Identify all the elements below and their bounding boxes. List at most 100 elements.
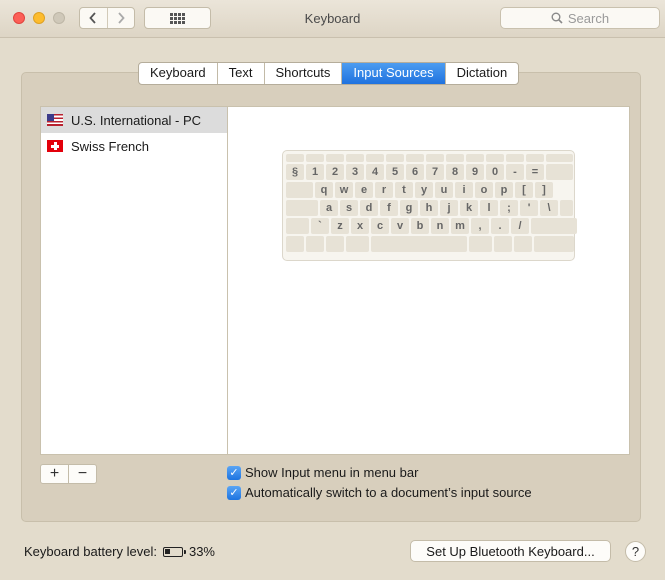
tab-dictation[interactable]: Dictation (444, 63, 519, 84)
keyboard-key: - (506, 164, 524, 180)
tab-keyboard[interactable]: Keyboard (139, 63, 217, 84)
checkmark-icon: ✓ (227, 465, 241, 480)
keyboard-key (286, 218, 309, 234)
checkbox-label: Show Input menu in menu bar (245, 465, 419, 480)
keyboard-key (286, 200, 318, 216)
keyboard-key (346, 154, 364, 162)
keyboard-key (326, 154, 344, 162)
swiss-flag-icon (47, 140, 63, 152)
keyboard-key: ' (520, 200, 538, 216)
tab-shortcuts[interactable]: Shortcuts (263, 63, 342, 84)
keyboard-key: t (395, 182, 413, 198)
keyboard-key (526, 154, 544, 162)
keyboard-key (506, 154, 524, 162)
search-placeholder: Search (567, 10, 610, 26)
keyboard-key (286, 236, 304, 252)
keyboard-key: u (435, 182, 453, 198)
keyboard-key: r (375, 182, 393, 198)
keyboard-key: e (355, 182, 373, 198)
keyboard-key (466, 154, 484, 162)
auto-switch-input-checkbox[interactable]: ✓ Automatically switch to a document’s i… (227, 485, 532, 500)
checkbox-label: Automatically switch to a document’s inp… (245, 485, 532, 500)
keyboard-key (546, 164, 573, 180)
tab-text[interactable]: Text (216, 63, 264, 84)
help-button[interactable]: ? (625, 541, 646, 562)
keyboard-key: b (411, 218, 429, 234)
tab-input-sources[interactable]: Input Sources (341, 63, 445, 84)
keyboard-key: [ (515, 182, 533, 198)
keyboard-key (546, 154, 573, 162)
keyboard-key: ` (311, 218, 329, 234)
keyboard-key: . (491, 218, 509, 234)
keyboard-key: h (420, 200, 438, 216)
keyboard-key (531, 218, 577, 234)
keyboard-key: p (495, 182, 513, 198)
keyboard-key: 3 (346, 164, 364, 180)
keyboard-key: j (440, 200, 458, 216)
keyboard-key: 5 (386, 164, 404, 180)
keyboard-key: d (360, 200, 378, 216)
keyboard-key: 6 (406, 164, 424, 180)
keyboard-key (426, 154, 444, 162)
keyboard-key: o (475, 182, 493, 198)
keyboard-key: q (315, 182, 333, 198)
keyboard-key: v (391, 218, 409, 234)
keyboard-key: = (526, 164, 544, 180)
keyboard-key (486, 154, 504, 162)
keyboard-key: w (335, 182, 353, 198)
battery-label: Keyboard battery level: (24, 544, 157, 559)
battery-status: Keyboard battery level: 33% (24, 544, 215, 559)
search-field[interactable]: Search (500, 7, 660, 29)
keyboard-key (286, 182, 313, 198)
keyboard-key (306, 236, 324, 252)
keyboard-key (326, 236, 344, 252)
keyboard-key: § (286, 164, 304, 180)
keyboard-key: 4 (366, 164, 384, 180)
keyboard-key (406, 154, 424, 162)
keyboard-key: l (480, 200, 498, 216)
keyboard-key: k (460, 200, 478, 216)
keyboard-key: m (451, 218, 469, 234)
battery-icon (162, 546, 186, 557)
setup-bluetooth-keyboard-button[interactable]: Set Up Bluetooth Keyboard... (410, 540, 611, 562)
keyboard-layout-preview: § 1 2 3 4 5 6 7 8 9 0 - = q w e r t y u … (282, 150, 577, 261)
keyboard-key: y (415, 182, 433, 198)
keyboard-key: 7 (426, 164, 444, 180)
add-remove-control: + − (40, 464, 97, 484)
add-input-source-button[interactable]: + (41, 465, 68, 483)
list-item-swiss-french[interactable]: Swiss French (41, 133, 227, 159)
list-item-label: U.S. International - PC (71, 112, 202, 128)
title-bar: Keyboard Search (0, 0, 665, 38)
keyboard-key: 2 (326, 164, 344, 180)
keyboard-key (371, 236, 467, 252)
keyboard-key (555, 182, 573, 198)
keyboard-key (306, 154, 324, 162)
keyboard-key: z (331, 218, 349, 234)
keyboard-key: n (431, 218, 449, 234)
keyboard-key (469, 236, 492, 252)
list-item-label: Swiss French (71, 138, 150, 154)
show-input-menu-checkbox[interactable]: ✓ Show Input menu in menu bar (227, 465, 418, 480)
search-icon (551, 12, 563, 24)
keyboard-key: g (400, 200, 418, 216)
keyboard-key: 1 (306, 164, 324, 180)
keyboard-key (514, 236, 532, 252)
keyboard-key (366, 154, 384, 162)
remove-input-source-button[interactable]: − (68, 465, 96, 483)
keyboard-key (386, 154, 404, 162)
keyboard-key: i (455, 182, 473, 198)
checkmark-icon: ✓ (227, 485, 241, 500)
keyboard-key (534, 236, 574, 252)
keyboard-key: \ (540, 200, 558, 216)
us-flag-icon (47, 114, 63, 126)
keyboard-key: x (351, 218, 369, 234)
tab-bar: Keyboard Text Shortcuts Input Sources Di… (138, 62, 520, 85)
input-sources-list: U.S. International - PC Swiss French (40, 106, 228, 455)
keyboard-key: 9 (466, 164, 484, 180)
keyboard-key (560, 200, 573, 216)
keyboard-key (494, 236, 512, 252)
keyboard-key: ; (500, 200, 518, 216)
keyboard-key: s (340, 200, 358, 216)
battery-percent: 33% (188, 544, 215, 559)
list-item-us-international[interactable]: U.S. International - PC (41, 107, 227, 133)
